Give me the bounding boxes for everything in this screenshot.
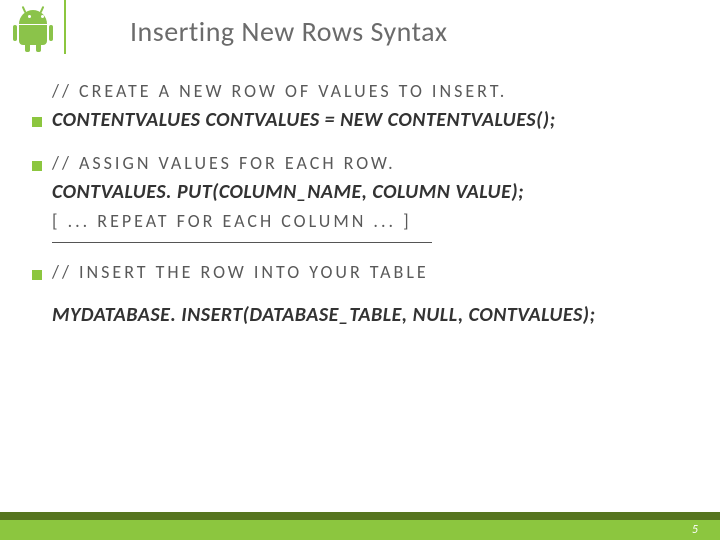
horizontal-rule (52, 242, 432, 243)
code-comment: [ ... REPEAT FOR EACH COLUMN ... ] (52, 210, 412, 232)
slide-footer: 5 (0, 510, 720, 540)
slide-title: Inserting New Rows Syntax (130, 14, 447, 49)
slide: Inserting New Rows Syntax // CREATE A NE… (0, 0, 720, 540)
code-comment: // ASSIGN VALUES FOR EACH ROW. (52, 152, 396, 174)
bullet-spacer (32, 219, 42, 229)
bullet-spacer (32, 312, 42, 322)
title-divider (64, 0, 66, 54)
code-statement: MYDATABASE. INSERT(DATABASE_TABLE, NULL,… (52, 303, 596, 327)
bullet-icon (32, 161, 42, 171)
code-comment: // INSERT THE ROW INTO YOUR TABLE (52, 261, 429, 283)
bullet-spacer (32, 89, 42, 99)
bullet-spacer (32, 189, 42, 199)
code-comment: // CREATE A NEW ROW OF VALUES TO INSERT. (52, 80, 507, 102)
android-icon (16, 10, 50, 50)
list-item: CONTENTVALUES CONTVALUES = NEW CONTENTVA… (32, 108, 700, 132)
bullet-icon (32, 270, 42, 280)
list-item: CONTVALUES. PUT(COLUMN_NAME, COLUMN VALU… (32, 180, 700, 204)
footer-dark-bar (0, 512, 720, 520)
list-item: // INSERT THE ROW INTO YOUR TABLE (32, 261, 700, 283)
list-item: MYDATABASE. INSERT(DATABASE_TABLE, NULL,… (32, 303, 700, 327)
list-item: [ ... REPEAT FOR EACH COLUMN ... ] (32, 210, 700, 232)
list-item: // CREATE A NEW ROW OF VALUES TO INSERT. (32, 80, 700, 102)
code-statement: CONTENTVALUES CONTVALUES = NEW CONTENTVA… (52, 108, 556, 132)
bullet-icon (32, 117, 42, 127)
list-item: // ASSIGN VALUES FOR EACH ROW. (32, 152, 700, 174)
android-logo-box (6, 6, 60, 54)
footer-green-bar (0, 520, 720, 540)
page-number: 5 (692, 523, 698, 537)
code-statement: CONTVALUES. PUT(COLUMN_NAME, COLUMN VALU… (52, 180, 524, 204)
slide-body: // CREATE A NEW ROW OF VALUES TO INSERT.… (32, 80, 700, 333)
